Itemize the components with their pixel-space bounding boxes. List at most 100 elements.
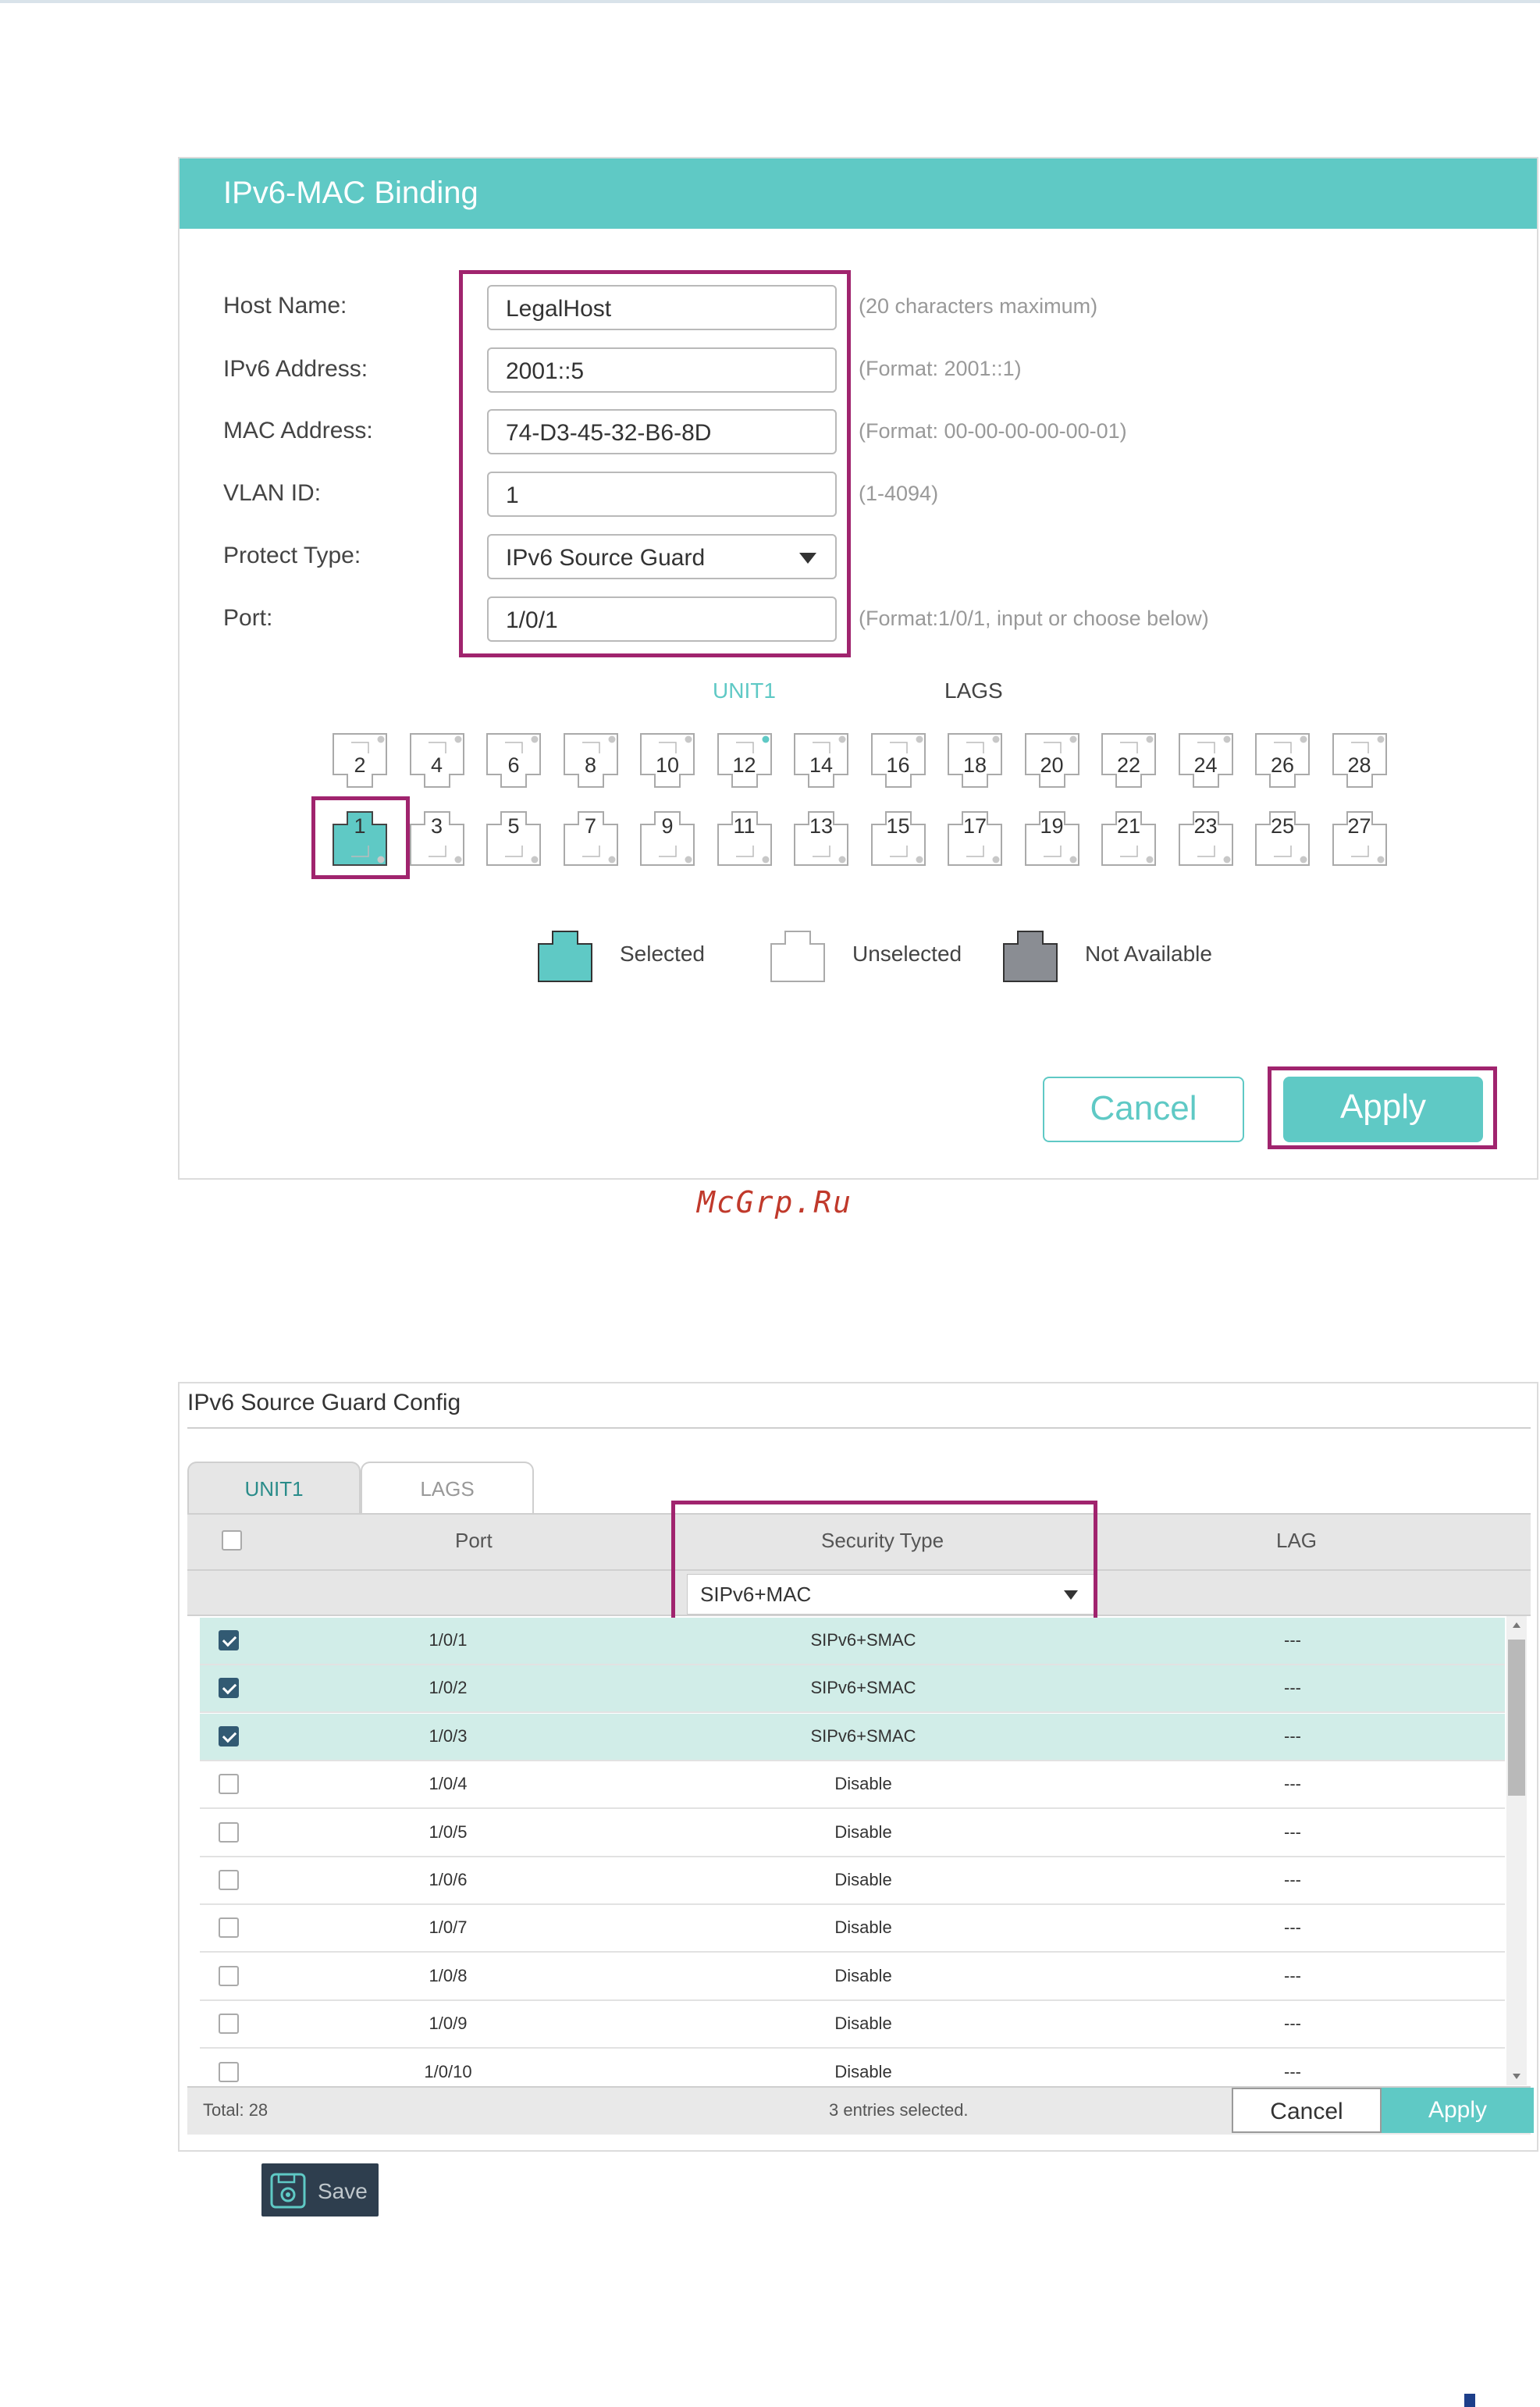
port-5[interactable]: 5 [486,811,541,866]
row-checkbox[interactable] [219,1630,239,1650]
panel-header: IPv6-MAC Binding [180,158,1537,229]
mac-address-hint: (Format: 00-00-00-00-00-01) [859,419,1127,443]
port-6[interactable]: 6 [486,733,541,788]
col-lag: LAG [1276,1529,1318,1552]
row-checkbox[interactable] [219,1870,239,1890]
table-row[interactable]: 1/0/7 Disable --- [200,1905,1505,1953]
port-16[interactable]: 16 [870,733,926,788]
apply-highlight [1268,1066,1497,1149]
mac-address-label: MAC Address: [223,418,373,443]
port-25[interactable]: 25 [1255,811,1310,866]
port-number: 15 [886,814,910,838]
row-checkbox[interactable] [219,1965,239,1986]
select-all-checkbox[interactable] [222,1530,242,1551]
port-number: 3 [430,814,443,838]
port-number: 22 [1116,753,1141,777]
row-checkbox[interactable] [219,2061,239,2082]
port-number: 27 [1347,814,1371,838]
vlan-id-label: VLAN ID: [223,480,322,506]
row-checkbox[interactable] [219,1917,239,1939]
apply-button[interactable]: Apply [1382,2088,1534,2133]
port-10[interactable]: 10 [640,733,695,788]
port-21[interactable]: 21 [1101,811,1156,866]
port-number: 17 [962,814,987,838]
table-row[interactable]: 1/0/8 Disable --- [200,1953,1505,2001]
port-1-highlight [311,796,410,879]
legend-not-available: Not Available [1085,942,1212,966]
cell-port: 1/0/1 [429,1630,468,1650]
scroll-up-icon[interactable] [1513,1622,1520,1628]
cell-port: 1/0/9 [429,2014,468,2034]
table-row[interactable]: 1/0/3 SIPv6+SMAC --- [200,1713,1505,1761]
panel-title: IPv6-MAC Binding [223,176,478,210]
port-number: 24 [1193,753,1218,777]
tab-unit1[interactable]: UNIT1 [187,1462,361,1516]
port-11[interactable]: 11 [717,811,772,866]
vlan-id-hint: (1-4094) [859,482,939,505]
port-17[interactable]: 17 [948,811,1002,866]
port-12[interactable]: 12 [717,733,772,788]
ipv6-address-hint: (Format: 2001::1) [859,357,1022,380]
port-19[interactable]: 19 [1024,811,1079,866]
table-row[interactable]: 1/0/9 Disable --- [200,2001,1505,2049]
table-row[interactable]: 1/0/5 Disable --- [200,1810,1505,1857]
scroll-down-icon[interactable] [1513,2074,1520,2079]
cancel-button[interactable]: Cancel [1043,1077,1244,1142]
port-14[interactable]: 14 [794,733,848,788]
scrollbar-thumb[interactable] [1508,1640,1525,1796]
row-checkbox[interactable] [219,1821,239,1843]
port-number: 25 [1270,814,1295,838]
port-7[interactable]: 7 [563,811,618,866]
port-number: 26 [1270,753,1295,777]
cell-security-type: SIPv6+SMAC [810,1725,916,1746]
port-number: 19 [1040,814,1064,838]
port-number: 18 [962,753,987,777]
port-15[interactable]: 15 [870,811,926,866]
port-18[interactable]: 18 [948,733,1002,788]
table-row[interactable]: 1/0/1 SIPv6+SMAC --- [200,1618,1505,1665]
port-13[interactable]: 13 [794,811,848,866]
port-22[interactable]: 22 [1101,733,1156,788]
tab-lags[interactable]: LAGS [944,678,1003,703]
selection-status: 3 entries selected. [829,2100,969,2120]
tab-unit1[interactable]: UNIT1 [713,678,776,703]
port-8[interactable]: 8 [563,733,618,788]
port-26[interactable]: 26 [1255,733,1310,788]
port-9[interactable]: 9 [640,811,695,866]
port-number: 20 [1040,753,1064,777]
port-23[interactable]: 23 [1178,811,1233,866]
port-number: 12 [732,753,756,777]
row-checkbox[interactable] [219,2014,239,2035]
cell-port: 1/0/6 [429,1870,468,1889]
cell-security-type: Disable [834,1917,892,1938]
cell-lag: --- [1284,2014,1301,2034]
cell-port: 1/0/7 [429,1917,468,1938]
port-24[interactable]: 24 [1178,733,1233,788]
table-row[interactable]: 1/0/6 Disable --- [200,1857,1505,1905]
cell-port: 1/0/3 [429,1725,468,1746]
cancel-button[interactable]: Cancel [1232,2088,1382,2133]
save-button[interactable]: Save [261,2163,379,2217]
col-port: Port [455,1529,493,1552]
port-4[interactable]: 4 [409,733,464,788]
scrollbar[interactable] [1506,1616,1527,2085]
table-row[interactable]: 1/0/2 SIPv6+SMAC --- [200,1665,1505,1714]
title-divider [187,1427,1531,1429]
cell-security-type: Disable [834,2014,892,2034]
host-name-hint: (20 characters maximum) [859,294,1098,318]
row-checkbox[interactable] [219,1774,239,1795]
port-number: 6 [507,753,520,777]
table-row[interactable]: 1/0/4 Disable --- [200,1761,1505,1810]
port-3[interactable]: 3 [409,811,464,866]
port-20[interactable]: 20 [1024,733,1079,788]
row-checkbox[interactable] [219,1725,239,1746]
cell-lag: --- [1284,1774,1301,1794]
cell-security-type: Disable [834,2061,892,2081]
unselected-port-icon [770,928,826,983]
port-2[interactable]: 2 [333,733,387,788]
port-27[interactable]: 27 [1332,811,1387,866]
port-28[interactable]: 28 [1332,733,1387,788]
ipv6-source-guard-panel: IPv6 Source Guard Config UNIT1 LAGS Port… [178,1382,1538,2152]
tab-lags[interactable]: LAGS [361,1462,534,1516]
row-checkbox[interactable] [219,1678,239,1699]
